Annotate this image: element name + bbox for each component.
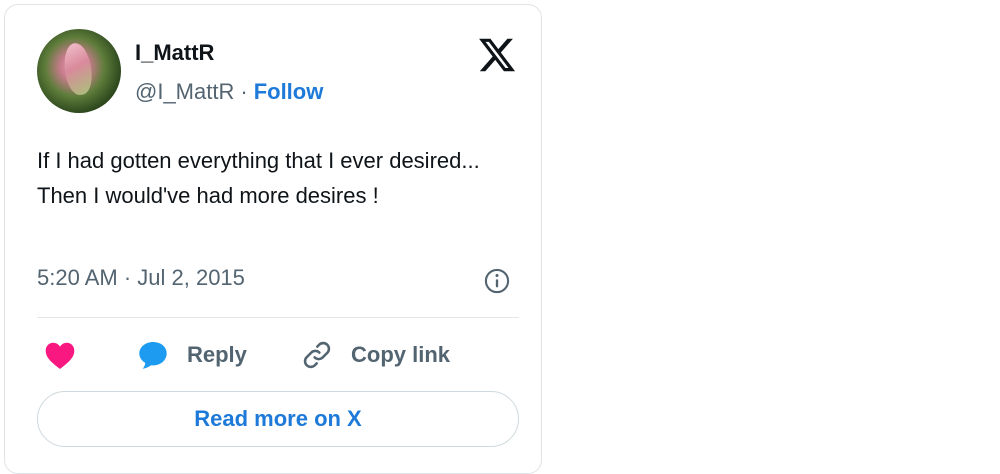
divider: [37, 317, 519, 318]
author-handle[interactable]: @I_MattR: [135, 79, 234, 104]
info-icon[interactable]: [483, 267, 511, 295]
reply-button[interactable]: Reply: [137, 339, 247, 371]
tweet-text: If I had gotten everything that I ever d…: [37, 148, 480, 208]
x-logo-icon[interactable]: [477, 35, 517, 75]
author-handle-row: @I_MattR · Follow: [135, 79, 323, 105]
copy-link-label: Copy link: [351, 342, 451, 367]
reply-label: Reply: [187, 342, 247, 367]
speech-bubble-icon: [139, 341, 167, 369]
link-icon: [303, 341, 331, 369]
avatar[interactable]: [37, 29, 121, 113]
follow-link[interactable]: Follow: [254, 79, 324, 104]
author-display-name[interactable]: I_MattR: [135, 40, 214, 66]
tweet-card: I_MattR @I_MattR · Follow If I had gotten …: [4, 4, 542, 474]
copy-link-button[interactable]: Copy link: [301, 339, 450, 371]
like-button[interactable]: [43, 339, 77, 371]
flower-bud-image: [61, 41, 95, 97]
separator-dot: ·: [240, 79, 248, 104]
tweet-timestamp[interactable]: 5:20 AM · Jul 2, 2015: [37, 265, 245, 291]
heart-icon: [45, 342, 75, 369]
read-more-button[interactable]: Read more on X: [37, 391, 519, 447]
